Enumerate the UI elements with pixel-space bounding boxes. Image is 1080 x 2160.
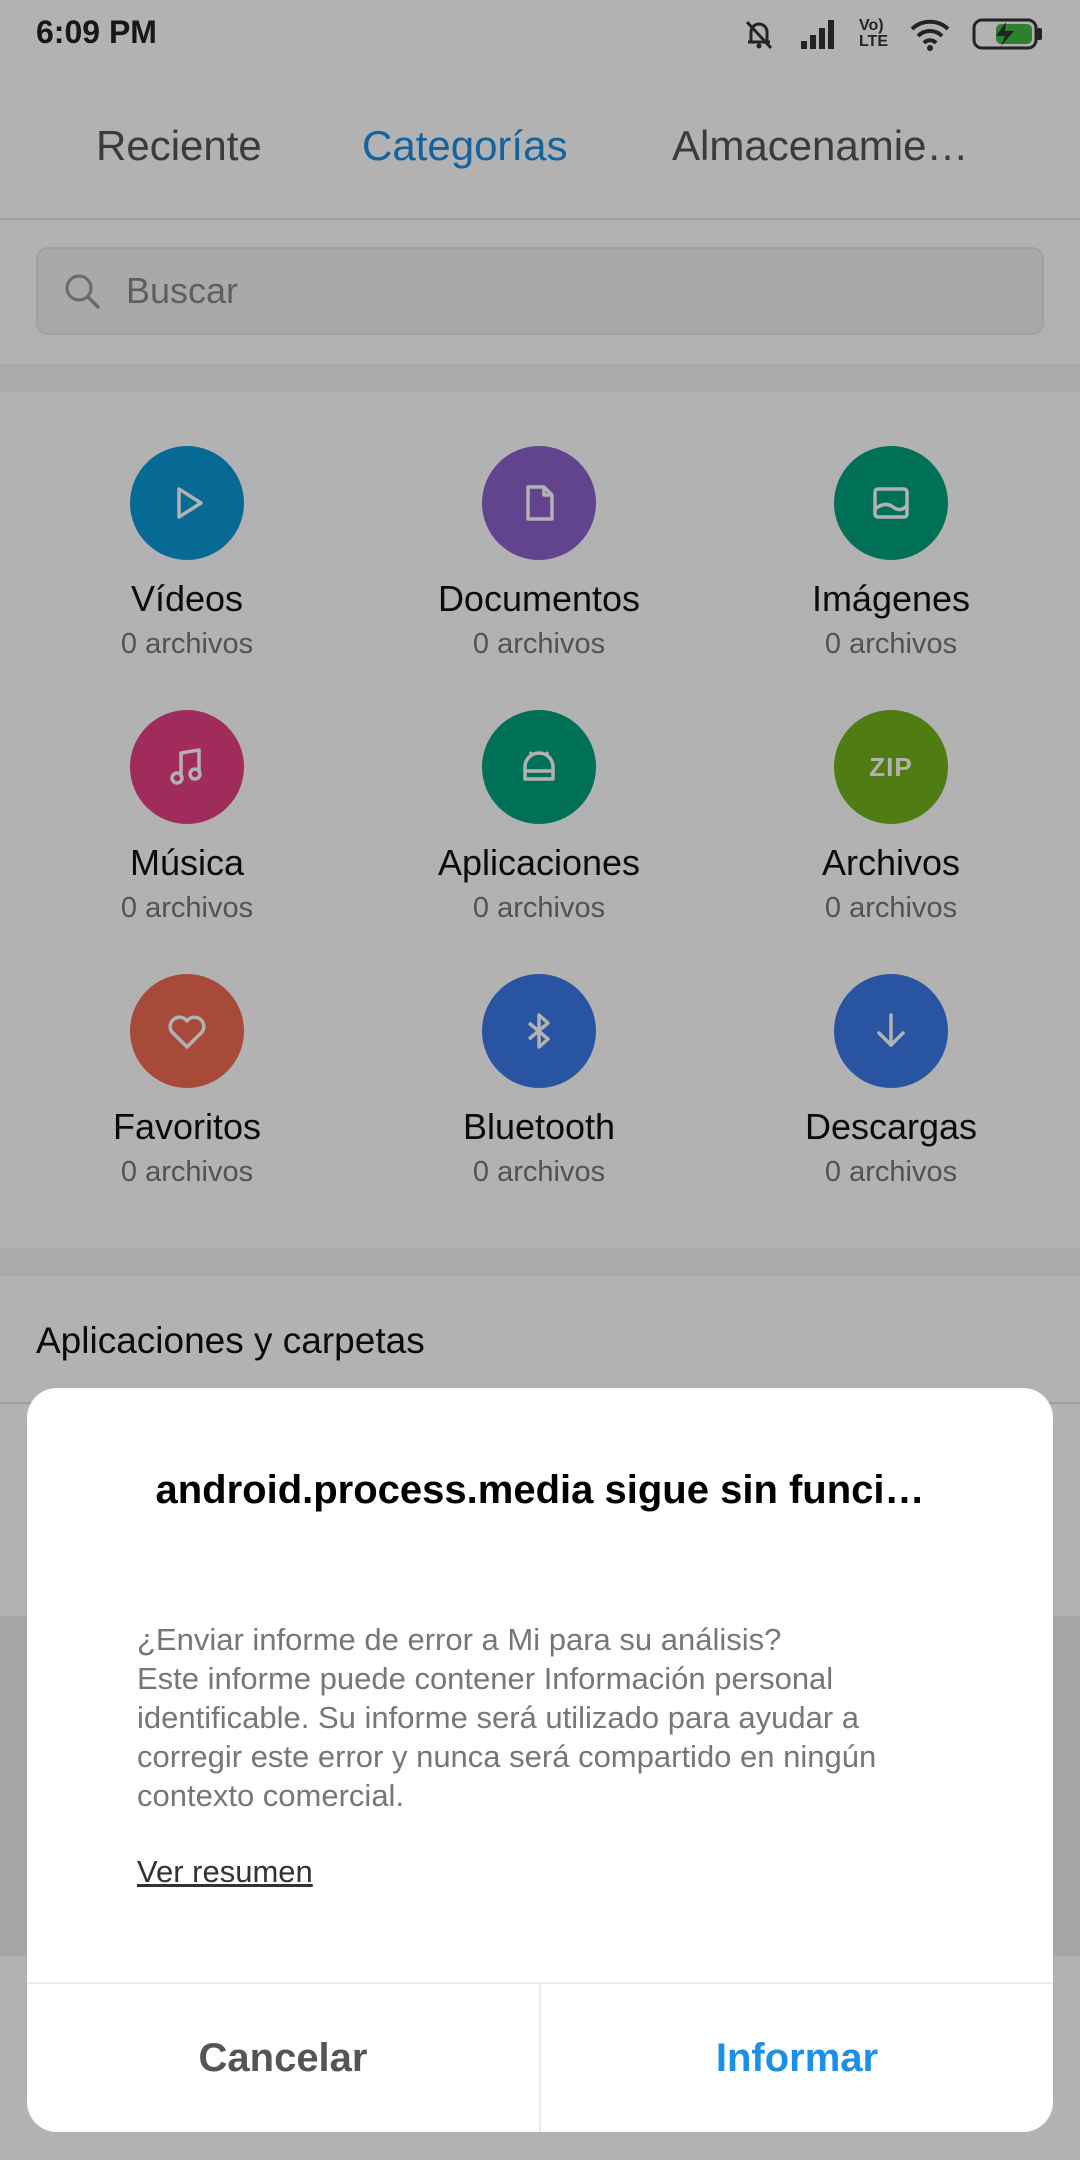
dialog-message: ¿Enviar informe de error a Mi para su an… bbox=[137, 1620, 977, 1815]
dialog-message-line: identificable. Su informe será utilizado… bbox=[137, 1700, 860, 1735]
dialog-title: android.process.media sigue sin funci… bbox=[155, 1468, 925, 1512]
dialog-message-line: Este informe puede contener Información … bbox=[137, 1661, 834, 1696]
error-report-dialog: android.process.media sigue sin funci… ¿… bbox=[27, 1388, 1053, 2132]
dialog-message-line: ¿Enviar informe de error a Mi para su an… bbox=[137, 1622, 782, 1657]
report-button[interactable]: Informar bbox=[541, 1984, 1053, 2132]
view-summary-link[interactable]: Ver resumen bbox=[137, 1854, 313, 1890]
dialog-actions: Cancelar Informar bbox=[27, 1982, 1053, 2132]
cancel-button[interactable]: Cancelar bbox=[27, 1984, 541, 2132]
dialog-message-line: contexto comercial. bbox=[137, 1778, 405, 1813]
dialog-message-line: corregir este error y nunca será compart… bbox=[137, 1739, 877, 1774]
